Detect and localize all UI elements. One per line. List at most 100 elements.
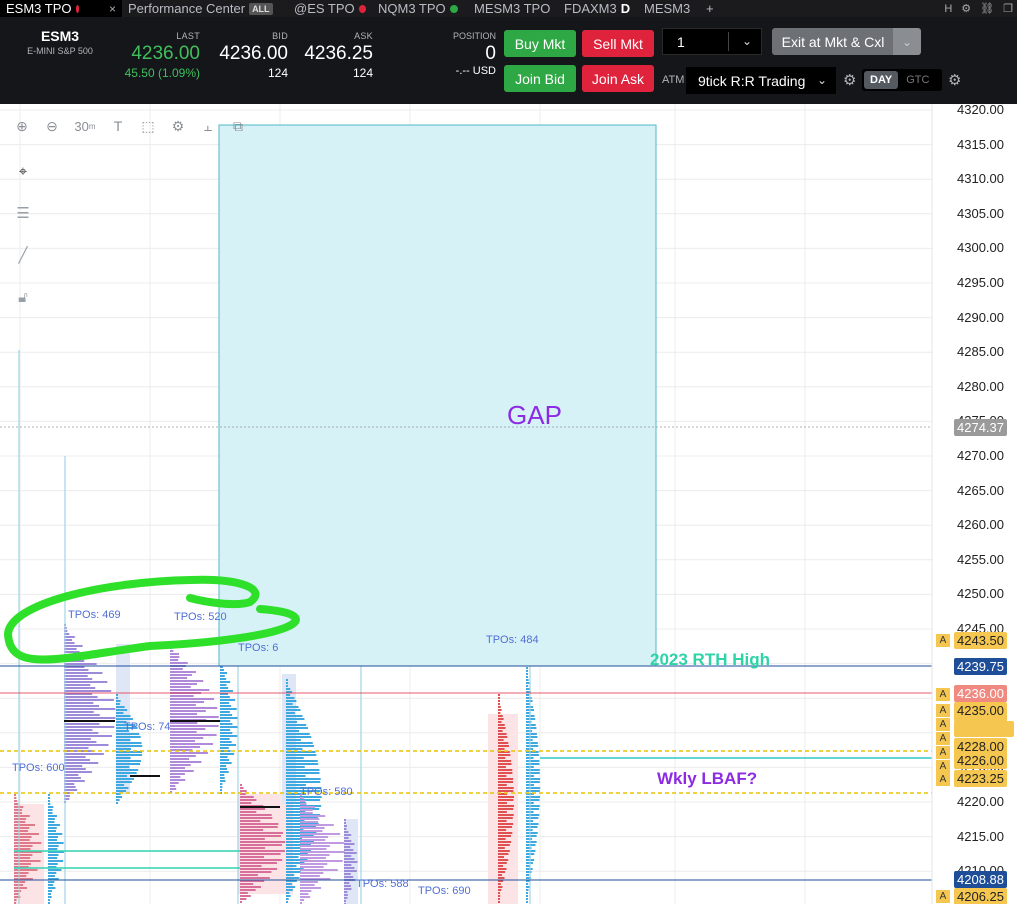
tpo-profile-bar	[48, 845, 59, 847]
tpo-profile-bar	[526, 790, 540, 792]
tab-performance-center[interactable]: Performance Center ALL	[122, 0, 288, 17]
join-ask-button[interactable]: Join Ask	[582, 65, 654, 92]
tpo-profile-bar	[286, 700, 297, 702]
tab-mesm3-tpo[interactable]: MESM3 TPO	[468, 0, 558, 17]
tpo-profile-bar	[170, 782, 179, 784]
ask-size: 124	[352, 66, 373, 80]
alert-mark: A	[936, 773, 950, 786]
layout-icon[interactable]: ⫠	[196, 114, 220, 138]
chevron-down-icon: ⌄	[741, 34, 752, 48]
join-bid-button[interactable]: Join Bid	[504, 65, 576, 92]
tpo-profile-bar	[240, 844, 282, 846]
tpo-profile-bar	[64, 780, 85, 782]
tpo-chart[interactable]: ⊕ ⊖ 30 m T ⬚ ⚙ ⫠ ⧉ ⌖ ☰ ╱ 🔓︎ 4320.00 4315.0…	[0, 102, 1017, 904]
tpo-profile-bar	[498, 733, 507, 735]
tab-esm3-tpo[interactable]: ESM3 TPO ×	[0, 0, 122, 17]
tpo-profile-bar	[116, 796, 123, 798]
tab-mesm3[interactable]: MESM3	[638, 0, 700, 17]
tpo-profile-bar	[344, 852, 357, 854]
tpo-profile-bar	[300, 827, 325, 829]
zoom-in-icon[interactable]: ⊕	[10, 114, 34, 138]
tpo-profile-bar	[240, 829, 264, 831]
atm-gear-icon[interactable]: ⚙	[843, 71, 856, 89]
gear-icon[interactable]: ⚙	[166, 114, 190, 138]
exit-dropdown-button[interactable]: ⌄	[893, 28, 921, 55]
tpo-profile-bar	[220, 771, 229, 773]
tif-gtc-option[interactable]: GTC	[898, 71, 937, 89]
note-icon[interactable]: ☰	[8, 198, 38, 228]
tpo-profile-bar	[344, 900, 346, 902]
tpo-profile-bar	[14, 872, 29, 874]
tpo-profile-bar	[286, 901, 288, 903]
tpo-profile-bar	[48, 842, 64, 844]
tpo-profile-bar	[220, 759, 229, 761]
tpo-profile-bar	[526, 733, 537, 735]
tpo-profile-bar	[498, 706, 501, 708]
chart-canvas[interactable]	[0, 104, 1017, 904]
sell-mkt-button[interactable]: Sell Mkt	[582, 30, 654, 57]
tpo-profile-bar	[286, 772, 320, 774]
tpo-profile-bar	[220, 756, 228, 758]
status-dot-icon	[358, 4, 366, 13]
tpo-profile-bar	[170, 707, 218, 709]
gear-icon[interactable]: ⚙	[961, 2, 971, 15]
tab-fdaxm3[interactable]: FDAXM3 D	[558, 0, 638, 17]
tpo-profile-bar	[526, 739, 533, 741]
trade-header: ESM3 E-MINI S&P 500 LAST 4236.00 45.50 (…	[0, 17, 1017, 104]
tif-day-option[interactable]: DAY	[864, 71, 899, 89]
position-pnl: -.-- USD	[455, 65, 496, 77]
tpo-profile-bar	[526, 832, 538, 834]
tif-gear-icon[interactable]: ⚙	[948, 71, 961, 89]
zoom-out-icon[interactable]: ⊖	[40, 114, 64, 138]
lock-icon[interactable]: 🔓︎	[8, 282, 38, 312]
quantity-select[interactable]: 1 ⌄	[662, 28, 762, 55]
tpo-profile-bar	[526, 868, 533, 870]
exit-at-mkt-button[interactable]: Exit at Mkt & Cxl	[772, 28, 894, 55]
close-icon[interactable]: ×	[109, 2, 116, 16]
crop-icon[interactable]: ⧉	[226, 114, 250, 138]
tpo-profile-bar	[300, 869, 338, 871]
tpo-profile-bar	[286, 865, 297, 867]
tpo-profile-bar	[14, 803, 19, 805]
line-tool-icon[interactable]: ╱	[8, 240, 38, 270]
tpo-profile-bar	[240, 859, 283, 861]
tab-nqm3-tpo[interactable]: NQM3 TPO	[372, 0, 468, 17]
tpo-profile-bar	[14, 818, 27, 820]
add-tab-button[interactable]: +	[700, 0, 720, 17]
timeframe-button[interactable]: 30 m	[70, 114, 100, 138]
tpo-profile-bar	[220, 747, 229, 749]
tif-toggle[interactable]: DAY GTC	[862, 69, 942, 91]
link-icon[interactable]: ⛓	[980, 2, 994, 15]
tpo-profile-bar	[526, 772, 540, 774]
crosshair-icon[interactable]: ⌖	[8, 156, 38, 186]
tpo-profile-bar	[240, 853, 281, 855]
tpo-profile-bar	[498, 832, 513, 834]
price-axis-label: 4315.00	[957, 136, 1004, 152]
tpo-profile-bar	[220, 753, 235, 755]
tpo-profile-bar	[286, 871, 301, 873]
tpo-profile-bar	[220, 789, 222, 791]
tpo-profile-bar	[220, 732, 233, 734]
tpo-profile-bar	[170, 740, 196, 742]
tpo-profile-bar	[48, 809, 53, 811]
tpo-profile-bar	[526, 892, 528, 894]
restore-icon[interactable]: ❐	[1003, 2, 1013, 15]
buy-mkt-button[interactable]: Buy Mkt	[504, 30, 576, 57]
tpo-profile-bar	[48, 863, 58, 865]
tab-es-tpo[interactable]: @ES TPO	[288, 0, 372, 17]
tpo-profile-bar	[286, 877, 300, 879]
alert-mark: A	[936, 732, 950, 745]
position-value: 0	[485, 43, 496, 64]
price-axis-label: 4310.00	[957, 171, 1004, 187]
selection-tool-icon[interactable]: ⬚	[136, 114, 160, 138]
last-label: LAST	[176, 31, 200, 41]
status-dot-icon	[449, 4, 458, 13]
atm-select[interactable]: 9tick R:R Trading ⌄	[686, 67, 836, 94]
h-icon[interactable]: H	[944, 3, 952, 15]
text-tool-icon[interactable]: T	[106, 114, 130, 138]
tpo-profile-bar	[64, 690, 112, 692]
tpo-profile-bar	[14, 863, 32, 865]
tpo-profile-bar	[220, 786, 223, 788]
tpo-profile-bar	[64, 723, 100, 725]
bid-quote: BID 4236.00 124	[208, 31, 288, 80]
